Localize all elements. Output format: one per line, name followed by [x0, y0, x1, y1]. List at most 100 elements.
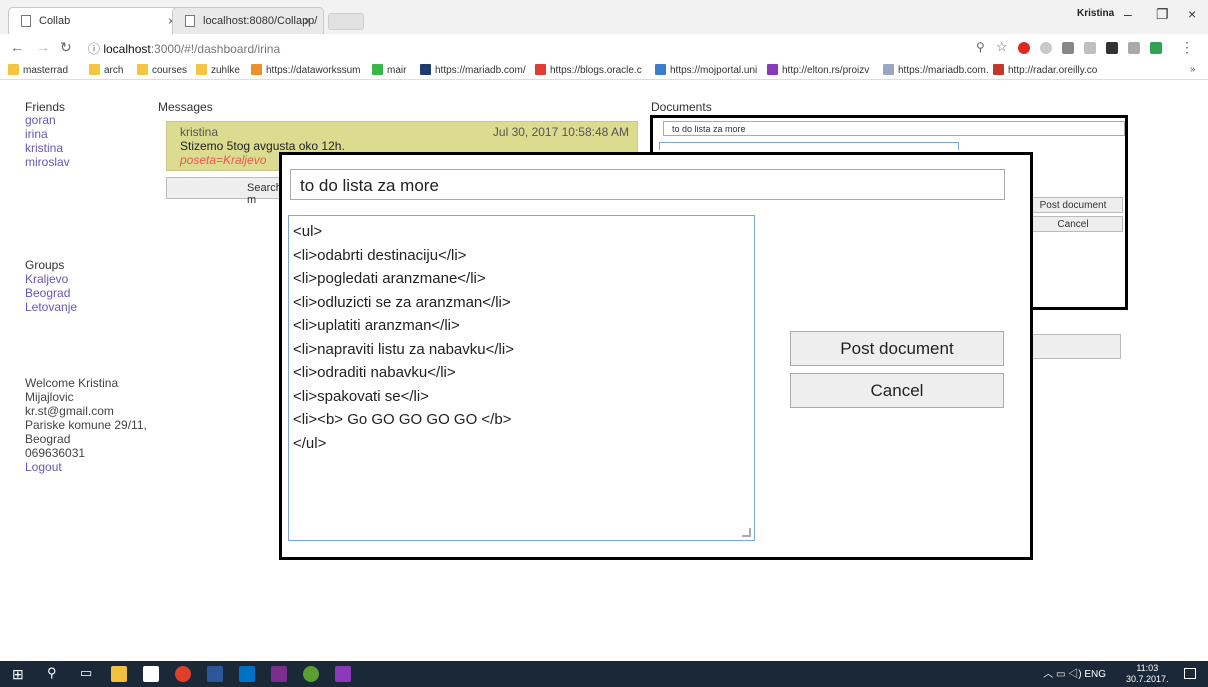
info-icon[interactable]: ⓘ — [88, 42, 103, 56]
more-bookmarks-icon[interactable]: » — [1190, 64, 1196, 75]
bookmark-item[interactable]: https://blogs.oracle.c — [535, 64, 642, 76]
group-link[interactable]: Beograd — [25, 286, 70, 300]
friend-link[interactable]: miroslav — [25, 155, 70, 169]
search-messages-button[interactable]: Search m — [166, 177, 286, 206]
profile-phone: 069636031 — [25, 446, 86, 460]
bookmark-item[interactable]: http://elton.rs/proizv — [767, 64, 869, 76]
bookmark-item[interactable]: https://mojportal.uni — [655, 64, 757, 76]
minimize-icon[interactable]: – — [1124, 6, 1132, 22]
friend-link[interactable]: goran — [25, 113, 56, 127]
site-icon — [767, 64, 778, 75]
reload-icon[interactable]: ↻ — [60, 39, 72, 56]
code-line: <ul> — [293, 223, 323, 240]
bookmark-item[interactable]: courses — [137, 64, 187, 76]
search-icon[interactable]: ⚲ — [47, 665, 57, 681]
menu-icon[interactable]: ⋮ — [1180, 39, 1194, 56]
notification-icon[interactable] — [1184, 668, 1196, 679]
cancel-button[interactable]: Cancel — [1023, 216, 1123, 232]
extension-icon[interactable] — [1040, 42, 1052, 54]
site-icon — [535, 64, 546, 75]
document-edit-modal: to do lista za more <ul> <li>odabrti dest… — [279, 152, 1033, 560]
address-bar[interactable]: ⓘ localhost:3000/#!/dashboard/irina — [82, 37, 1014, 57]
code-line: <li>napraviti listu za nabavku</li> — [293, 340, 514, 358]
network-icon[interactable]: ▭ — [1056, 669, 1065, 680]
chrome-icon[interactable] — [175, 666, 191, 682]
extension-icon[interactable] — [1106, 42, 1118, 54]
modal-cancel-button[interactable]: Cancel — [790, 373, 1004, 408]
store-icon[interactable] — [143, 666, 159, 682]
tab-title: Collab — [39, 15, 71, 27]
profile-street: Pariske komune 29/11, — [25, 418, 147, 432]
document-body-input[interactable] — [659, 142, 959, 150]
message-body: Stizemo 5tog avgusta oko 12h. — [180, 139, 345, 153]
group-link[interactable]: Kraljevo — [25, 272, 68, 286]
back-icon[interactable]: ← — [10, 39, 24, 55]
profile-name[interactable]: Kristina — [1077, 8, 1114, 19]
word-icon[interactable] — [207, 666, 223, 682]
tray-chevron-icon[interactable]: ︿ — [1043, 669, 1053, 680]
key-icon[interactable]: ⚲ — [976, 40, 985, 54]
group-link[interactable]: Letovanje — [25, 300, 77, 314]
task-view-icon[interactable]: ▭ — [80, 665, 92, 681]
profile-surname: Mijajlovic — [25, 390, 74, 404]
windows-start-icon[interactable]: ⊞ — [12, 666, 24, 683]
new-tab-button[interactable] — [328, 13, 364, 30]
folder-icon — [89, 64, 100, 75]
groups-heading: Groups — [25, 258, 65, 272]
bookmark-item[interactable]: arch — [89, 64, 123, 76]
extension-icon[interactable] — [1084, 42, 1096, 54]
code-line: <li>odluzicti se za aranzman</li> — [293, 293, 511, 311]
code-line: <li>spakovati se</li> — [293, 387, 429, 405]
clock-time: 11:03 — [1136, 663, 1159, 673]
code-line: <li><b> Go GO GO GO GO </b> — [293, 411, 512, 428]
logout-link[interactable]: Logout — [25, 460, 62, 474]
tab-localhost-collapp[interactable]: localhost:8080/Collapp/ × — [172, 7, 324, 34]
code-line: <li>uplatiti aranzman</li> — [293, 317, 460, 334]
language-indicator[interactable]: ENG — [1084, 669, 1106, 680]
close-window-icon[interactable]: × — [1188, 6, 1196, 22]
modal-title-input[interactable]: to do lista za more — [290, 169, 1005, 200]
bookmark-item[interactable]: http://radar.oreilly.co — [993, 64, 1097, 76]
opera-extension-icon[interactable] — [1018, 42, 1030, 54]
bookmark-item[interactable]: masterrad — [8, 64, 68, 76]
resize-handle-icon[interactable] — [742, 528, 751, 537]
folder-icon — [8, 64, 19, 75]
outlook-icon[interactable] — [239, 666, 255, 682]
bookmark-item[interactable]: zuhlke — [196, 64, 240, 76]
modal-body-textarea[interactable]: <ul> <li>odabrti destinaciju</li> <li>pogl… — [288, 215, 755, 541]
friend-link[interactable]: kristina — [25, 141, 63, 155]
app-icon[interactable] — [303, 666, 319, 682]
messages-heading: Messages — [158, 100, 213, 114]
bookmark-item[interactable]: https://mariadb.com. — [883, 64, 989, 76]
folder-icon — [196, 64, 207, 75]
friends-heading: Friends — [25, 100, 66, 114]
bookmark-item[interactable]: mair — [372, 64, 406, 76]
page-icon — [21, 15, 31, 27]
page-icon — [185, 15, 195, 27]
close-tab-icon[interactable]: × — [304, 14, 311, 28]
app-icon[interactable] — [271, 666, 287, 682]
extension-icon[interactable] — [1150, 42, 1162, 54]
document-title-input[interactable]: to do lista za more — [663, 121, 1125, 136]
clock-date: 30.7.2017. — [1126, 674, 1169, 684]
speaker-icon[interactable]: ◁) — [1068, 669, 1081, 680]
modal-post-document-button[interactable]: Post document — [790, 331, 1004, 366]
extension-icon[interactable] — [1128, 42, 1140, 54]
bookmark-item[interactable]: https://mariadb.com/ — [420, 64, 526, 76]
site-icon — [420, 64, 431, 75]
maximize-icon[interactable]: ❐ — [1156, 6, 1169, 23]
documents-heading: Documents — [651, 100, 712, 114]
app-icon[interactable] — [335, 666, 351, 682]
extension-icon[interactable] — [1062, 42, 1074, 54]
file-explorer-icon[interactable] — [111, 666, 127, 682]
clock[interactable]: 11:03 30.7.2017. — [1126, 663, 1169, 685]
code-line: </ul> — [293, 434, 327, 452]
post-document-button[interactable]: Post document — [1023, 197, 1123, 213]
friend-link[interactable]: irina — [25, 127, 48, 141]
bookmark-star-icon[interactable]: ☆ — [996, 39, 1008, 55]
bookmarks-bar: masterrad arch courses zuhlke https://da… — [0, 60, 1208, 80]
bookmark-item[interactable]: https://dataworkssum — [251, 64, 360, 76]
forward-icon[interactable]: → — [36, 39, 50, 55]
tab-collab[interactable]: Collab × — [8, 7, 188, 34]
system-tray: ︿ ▭ ◁) ENG — [1043, 665, 1106, 680]
